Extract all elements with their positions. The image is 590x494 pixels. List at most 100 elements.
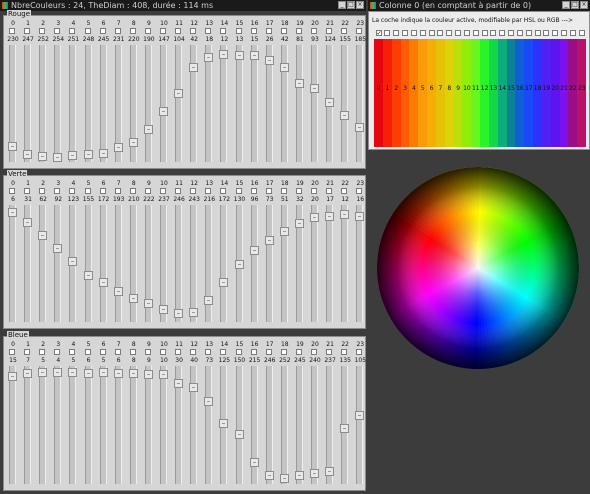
slider-track[interactable] (69, 45, 77, 162)
column-checkbox[interactable] (326, 188, 333, 194)
column-checkbox[interactable] (129, 188, 136, 194)
color-swatch[interactable]: 0 (374, 39, 384, 147)
slider-thumb[interactable] (83, 150, 93, 160)
slider-thumb[interactable] (189, 62, 199, 72)
column-checkbox[interactable] (326, 28, 333, 34)
color-checkbox[interactable] (384, 30, 391, 36)
column-checkbox[interactable] (295, 28, 302, 34)
column-checkbox[interactable] (190, 188, 197, 194)
slider-thumb[interactable] (113, 368, 123, 378)
slider-thumb[interactable] (143, 125, 153, 135)
column-checkbox[interactable] (326, 349, 333, 355)
slider-track[interactable] (129, 205, 137, 322)
column-checkbox[interactable] (280, 28, 287, 34)
column-checkbox[interactable] (265, 188, 272, 194)
slider-track[interactable] (84, 366, 92, 484)
color-swatch[interactable]: 1 (382, 39, 393, 147)
slider-track[interactable] (129, 366, 137, 484)
slider-track[interactable] (265, 205, 273, 322)
color-checkbox[interactable] (578, 30, 585, 36)
color-checkbox[interactable] (490, 30, 497, 36)
color-swatch[interactable]: 9 (453, 39, 463, 147)
slider-thumb[interactable] (174, 89, 184, 99)
color-checkbox[interactable] (428, 30, 435, 36)
close-button[interactable]: × (356, 1, 364, 9)
column-checkbox[interactable] (84, 349, 91, 355)
slider-thumb[interactable] (264, 235, 274, 245)
column-checkbox[interactable] (220, 28, 227, 34)
color-wheel[interactable] (376, 166, 580, 370)
slider-thumb[interactable] (204, 296, 214, 306)
slider-thumb[interactable] (98, 368, 108, 378)
color-swatch[interactable]: 2 (391, 39, 401, 147)
column-checkbox[interactable] (114, 188, 121, 194)
column-checkbox[interactable] (144, 349, 151, 355)
color-swatch[interactable]: 21 (559, 39, 569, 147)
slider-track[interactable] (295, 45, 303, 162)
color-checkbox[interactable] (481, 30, 488, 36)
color-checkbox[interactable] (393, 30, 400, 36)
slider-thumb[interactable] (189, 307, 199, 317)
column-checkbox[interactable] (99, 188, 106, 194)
color-swatch[interactable]: 12 (480, 39, 490, 147)
slider-track[interactable] (99, 205, 107, 322)
column-checkbox[interactable] (311, 188, 317, 194)
column-checkbox[interactable] (341, 28, 348, 34)
slider-track[interactable] (341, 205, 349, 322)
column-checkbox[interactable] (175, 349, 182, 355)
column-checkbox[interactable] (114, 28, 121, 34)
column-checkbox[interactable] (99, 28, 106, 34)
slider-thumb[interactable] (340, 110, 350, 120)
slider-track[interactable] (175, 205, 183, 322)
column-checkbox[interactable] (160, 349, 166, 355)
minimize-button[interactable]: _ (338, 1, 346, 9)
color-checkbox[interactable] (561, 30, 567, 36)
color-swatch[interactable]: 23 (577, 39, 587, 147)
slider-thumb[interactable] (128, 293, 138, 303)
slider-track[interactable] (175, 45, 183, 162)
slider-track[interactable] (250, 45, 258, 162)
slider-track[interactable] (54, 205, 62, 322)
slider-thumb[interactable] (143, 299, 153, 309)
color-swatch[interactable]: 20 (550, 39, 560, 147)
color-checkbox[interactable] (543, 30, 550, 36)
slider-thumb[interactable] (53, 243, 63, 253)
slider-thumb[interactable] (279, 226, 289, 236)
slider-thumb[interactable] (159, 107, 168, 117)
color-swatch[interactable]: 5 (418, 39, 428, 147)
slider-thumb[interactable] (355, 123, 365, 133)
column-checkbox[interactable] (280, 349, 287, 355)
slider-thumb[interactable] (38, 231, 48, 241)
slider-thumb[interactable] (234, 430, 244, 440)
color-swatch[interactable]: 11 (471, 39, 481, 147)
slider-thumb[interactable] (279, 62, 289, 72)
slider-track[interactable] (144, 45, 152, 162)
slider-thumb[interactable] (325, 467, 335, 477)
column-checkbox[interactable] (265, 28, 272, 34)
slider-track[interactable] (99, 45, 107, 162)
slider-track[interactable] (99, 366, 107, 484)
slider-track[interactable] (235, 366, 243, 484)
slider-track[interactable] (235, 45, 243, 162)
color-checkbox[interactable] (463, 30, 470, 36)
slider-thumb[interactable] (340, 423, 350, 433)
slider-thumb[interactable] (113, 142, 123, 152)
slider-track[interactable] (190, 205, 198, 322)
slider-thumb[interactable] (113, 286, 123, 296)
column-checkbox[interactable] (205, 349, 212, 355)
slider-thumb[interactable] (234, 50, 244, 60)
slider-track[interactable] (39, 366, 47, 484)
column-checkbox[interactable] (356, 28, 363, 34)
color-checkbox[interactable] (446, 30, 453, 36)
slider-thumb[interactable] (23, 149, 33, 159)
close-button[interactable]: × (580, 1, 588, 9)
slider-track[interactable] (69, 366, 77, 484)
color-swatch[interactable]: 3 (400, 39, 410, 147)
slider-thumb[interactable] (294, 218, 304, 228)
slider-track[interactable] (311, 366, 318, 484)
column-checkbox[interactable] (175, 188, 182, 194)
column-checkbox[interactable] (69, 28, 76, 34)
column-checkbox[interactable] (129, 28, 136, 34)
slider-track[interactable] (295, 366, 303, 484)
slider-thumb[interactable] (98, 148, 108, 158)
